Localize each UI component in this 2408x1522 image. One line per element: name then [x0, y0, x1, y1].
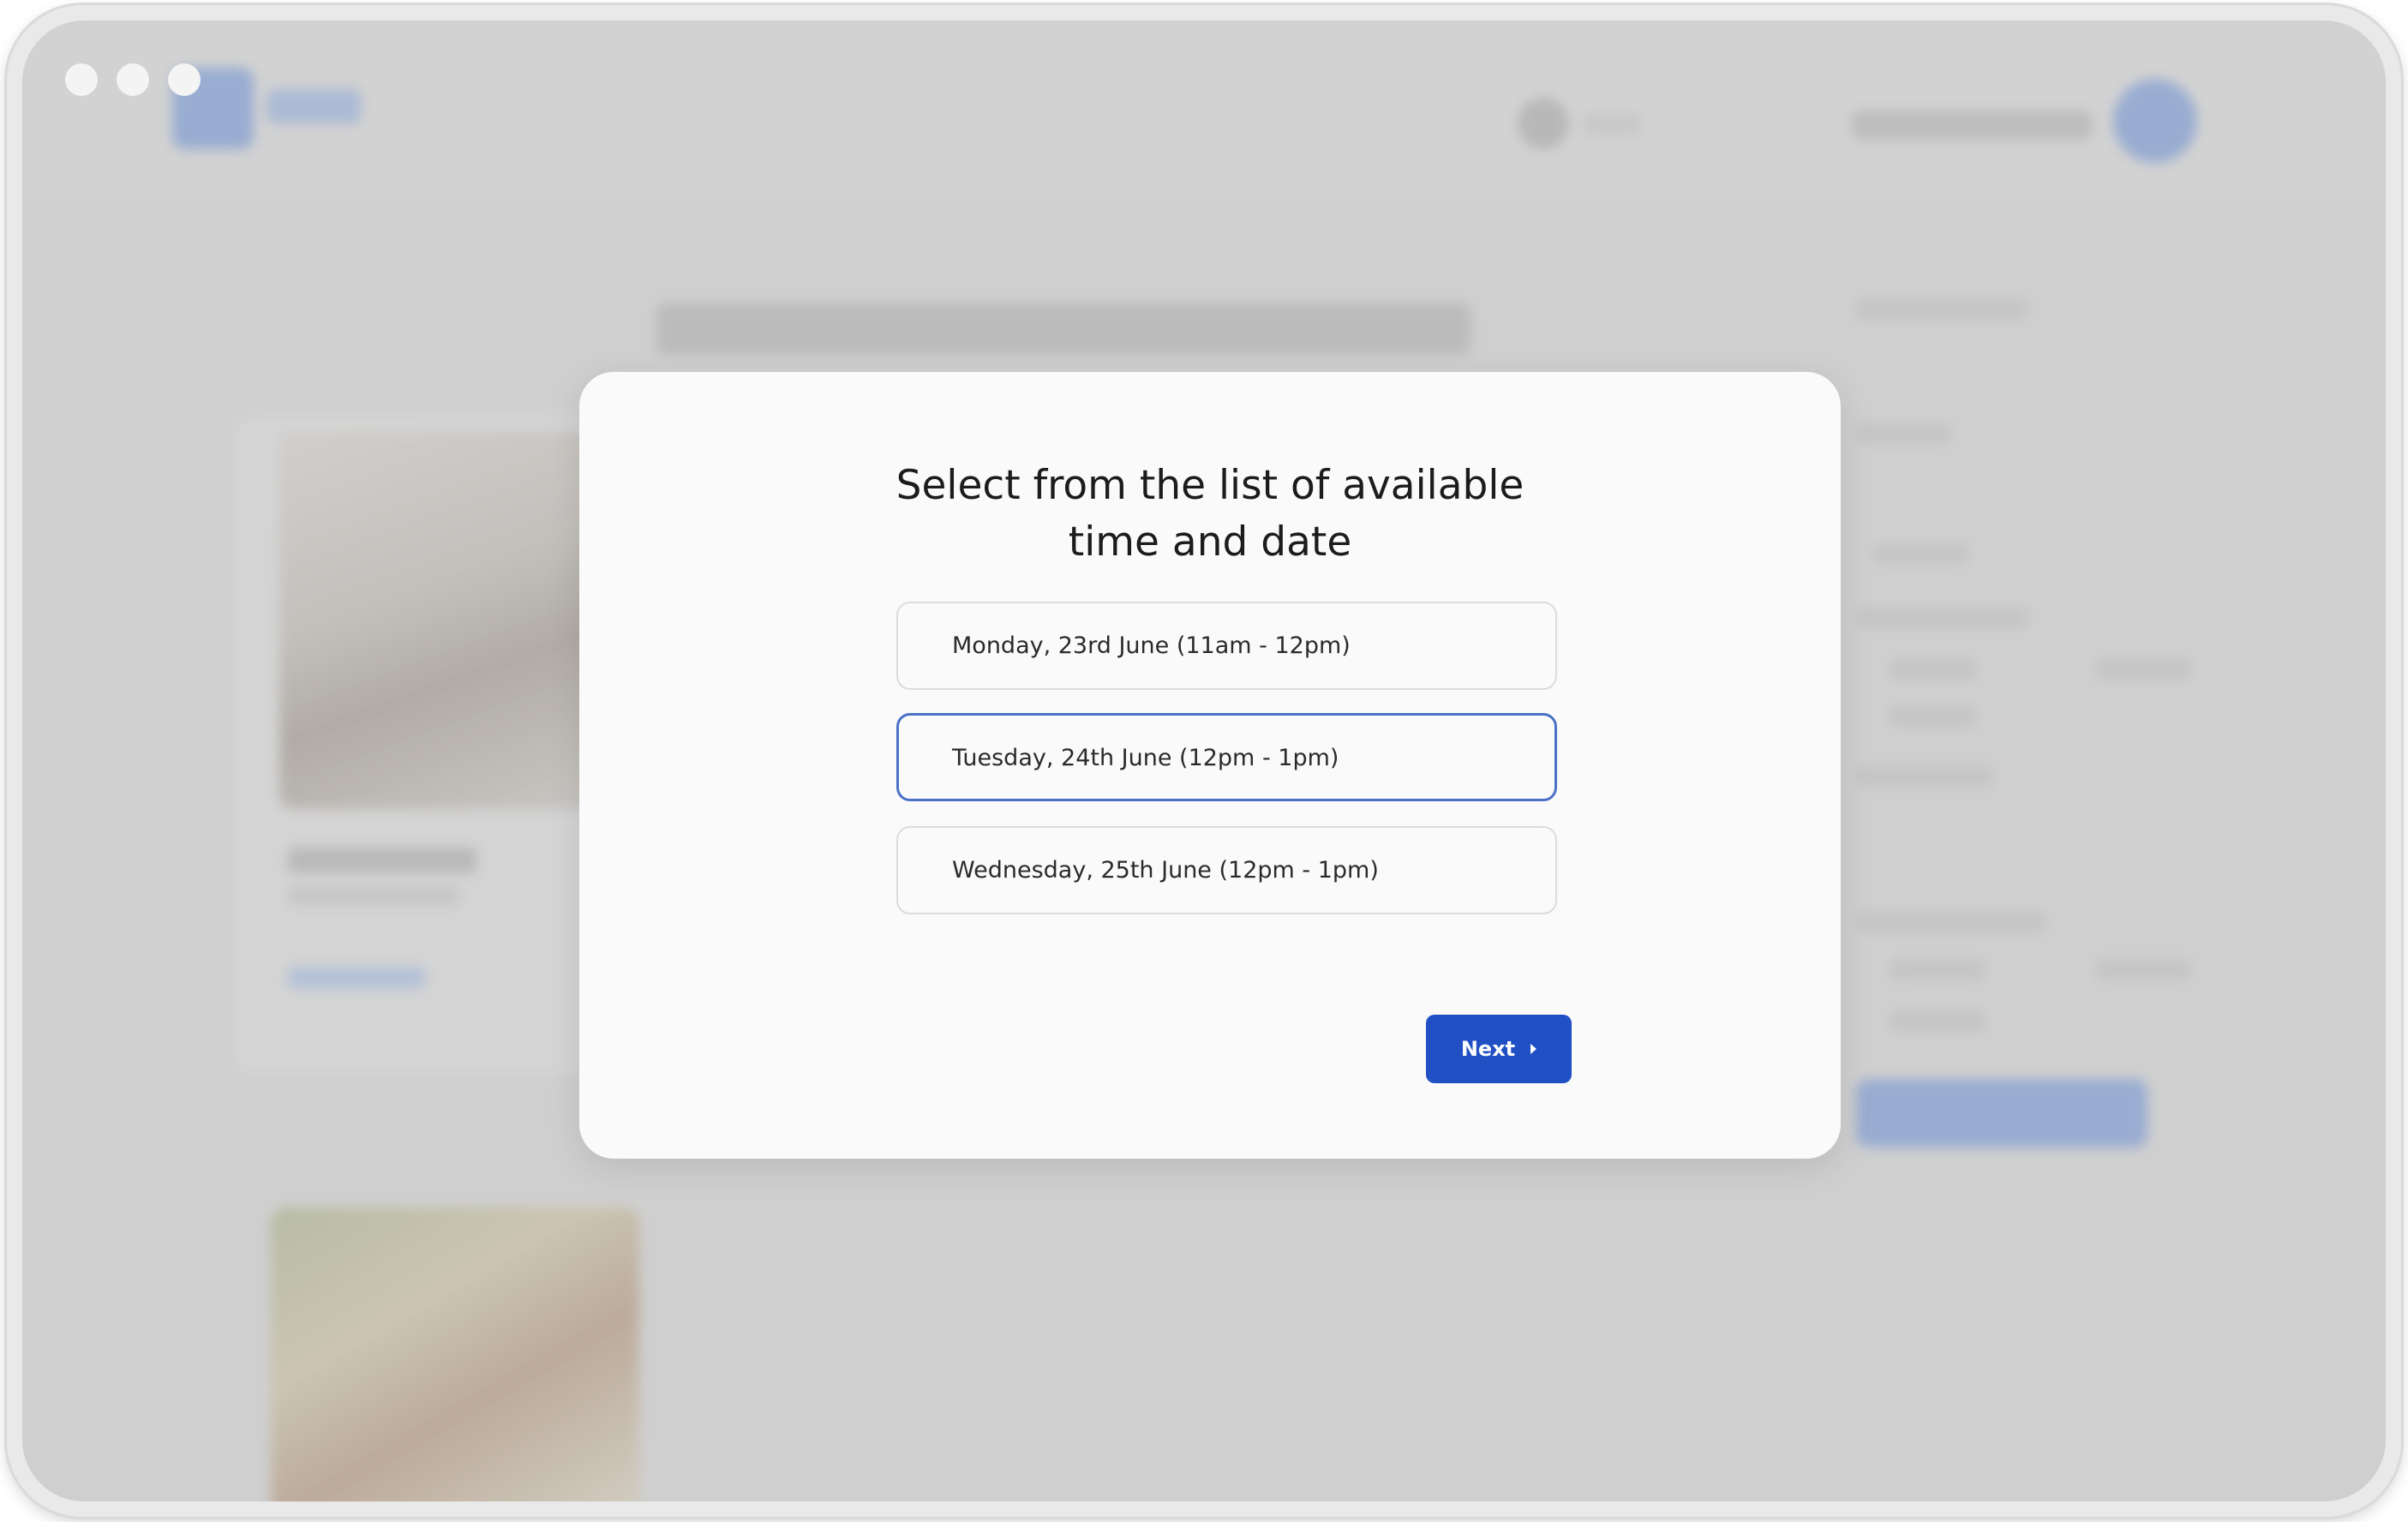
time-slot-option-wednesday[interactable]: Wednesday, 25th June (12pm - 1pm) [896, 826, 1557, 914]
modal-title-line2: time and date [1068, 518, 1352, 566]
time-slot-label: Monday, 23rd June (11am - 12pm) [952, 632, 1351, 659]
time-slot-label: Wednesday, 25th June (12pm - 1pm) [952, 857, 1379, 884]
modal-title-line1: Select from the list of available [896, 462, 1524, 509]
time-slot-option-monday[interactable]: Monday, 23rd June (11am - 12pm) [896, 602, 1557, 690]
device-frame: Select from the list of available time a… [7, 5, 2401, 1517]
time-slot-option-tuesday[interactable]: Tuesday, 24th June (12pm - 1pm) [896, 713, 1557, 801]
modal-title: Select from the list of available time a… [824, 458, 1596, 571]
window-dot-icon[interactable] [117, 63, 149, 96]
next-button[interactable]: Next [1426, 1015, 1572, 1083]
window-dot-icon[interactable] [168, 63, 201, 96]
window-dot-icon[interactable] [65, 63, 98, 96]
time-date-selection-modal: Select from the list of available time a… [579, 372, 1841, 1159]
next-button-label: Next [1460, 1037, 1516, 1061]
screen: Select from the list of available time a… [22, 21, 2386, 1501]
time-slot-label: Tuesday, 24th June (12pm - 1pm) [952, 745, 1339, 771]
chevron-right-icon [1530, 1044, 1537, 1054]
